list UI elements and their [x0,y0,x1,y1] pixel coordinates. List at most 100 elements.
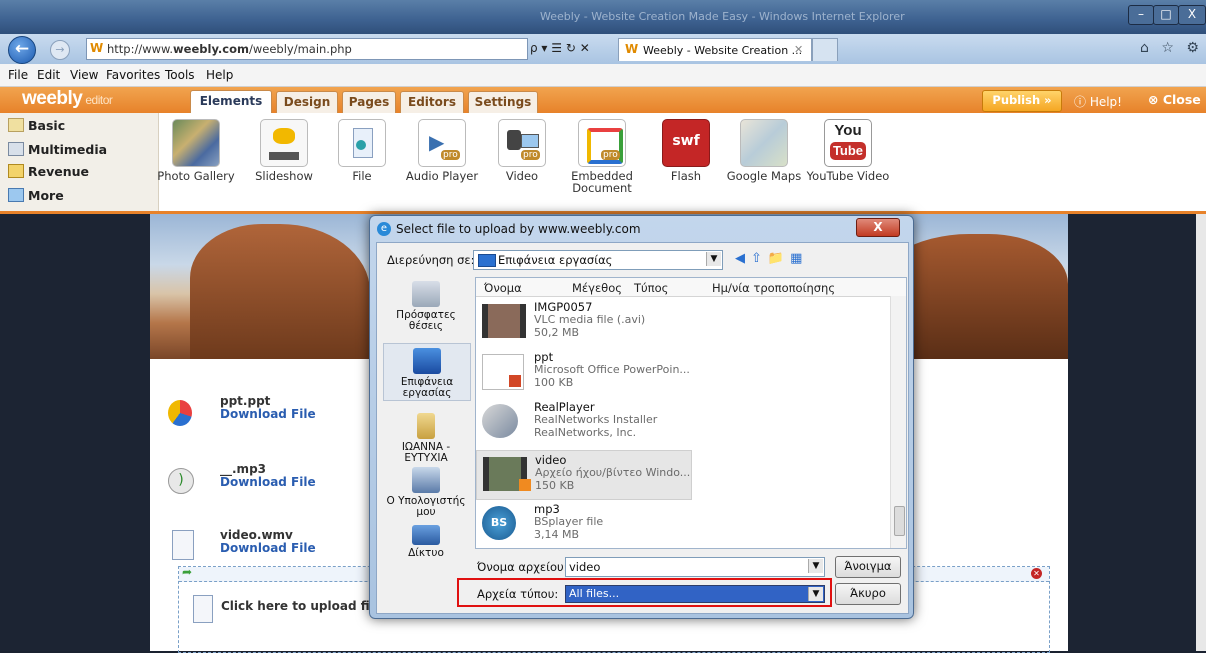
file-size: 50,2 MB [534,326,580,339]
menu-tools[interactable]: Tools [165,68,195,82]
element-file[interactable]: File [320,119,404,182]
tab-pages[interactable]: Pages [342,91,396,114]
column-type[interactable]: Τύπος [634,281,668,295]
element-flash[interactable]: swf Flash [644,119,728,182]
element-photo-gallery[interactable]: Photo Gallery [154,119,238,182]
download-link[interactable]: Download File [220,541,316,555]
download-link[interactable]: Download File [220,407,316,421]
slideshow-icon [260,119,308,167]
dropdown-arrow-icon[interactable]: ▼ [808,559,823,573]
category-label: Revenue [28,164,90,179]
realplayer-installer-icon [482,404,518,438]
menu-favorites[interactable]: Favorites [106,68,160,82]
category-basic[interactable]: Basic [0,115,158,137]
page-scrollbar[interactable] [1196,214,1206,651]
category-multimedia[interactable]: Multimedia [0,139,158,161]
forward-arrow-icon[interactable]: → [50,40,70,60]
open-button[interactable]: Άνοιγμα [835,556,901,578]
menu-edit[interactable]: Edit [37,68,60,82]
basic-icon [8,118,24,132]
menu-view[interactable]: View [70,68,98,82]
home-favorites-tools-icons[interactable]: ⌂ ☆ ⚙ [1140,40,1203,56]
place-user[interactable]: ΙΩΑΝΝΑ - ΕΥΤΥΧΙΑ [383,413,469,464]
address-bar[interactable]: W http://www.weebly.com/weebly/main.php [86,38,528,60]
youtube-you: You [834,122,862,139]
browser-tab[interactable]: W Weebly - Website Creation ... ✕ [618,38,812,61]
video-file-icon [172,530,194,560]
file-upload-dialog: e Select file to upload by www.weebly.co… [369,215,914,619]
place-recent[interactable]: Πρόσφατες θέσεις [383,281,469,332]
close-editor-button[interactable]: ⊗ Close [1148,92,1201,107]
tab-elements[interactable]: Elements [190,90,272,115]
file-row[interactable]: RealPlayer RealNetworks Installer RealNe… [476,398,690,446]
minimize-button[interactable]: – [1128,5,1154,25]
file-item: ) __.mp3 Download File [168,460,368,500]
tab-settings[interactable]: Settings [468,91,538,114]
file-row[interactable]: ppt Microsoft Office PowerPoin... 100 KB [476,348,690,396]
maximize-button[interactable]: □ [1153,5,1179,25]
place-label: ΙΩΑΝΝΑ - ΕΥΤΥΧΙΑ [401,441,451,464]
file-type: Microsoft Office PowerPoin... [534,363,690,376]
element-video[interactable]: pro Video [480,119,564,182]
place-computer[interactable]: Ο Υπολογιστής μου [383,467,469,518]
tab-design[interactable]: Design [276,91,338,114]
audio-file-icon: ) [168,468,194,494]
element-embedded-document[interactable]: pro Embedded Document [560,119,644,194]
column-name[interactable]: Όνομα [484,281,522,295]
element-audio-player[interactable]: ▶ pro Audio Player [400,119,484,182]
swf-label: swf [672,133,700,149]
weebly-logo: weebly editor [22,88,113,110]
place-network[interactable]: Δίκτυο [383,525,469,559]
filename-input[interactable]: video ▼ [565,557,825,577]
back-up-newfolder-view-icons[interactable]: ◀⇧📁▦ [735,251,808,266]
video-thumbnail-icon [482,304,526,338]
element-google-maps[interactable]: Google Maps [722,119,806,182]
column-date-modified[interactable]: Ημ/νία τροποποίησης [712,281,835,295]
ppt-file-icon [168,400,192,426]
menu-file[interactable]: File [8,68,28,82]
tab-favicon-icon: W [625,42,639,56]
file-row-selected[interactable]: video Αρχείο ήχου/βίντεο Windo... 150 KB [476,450,692,500]
place-desktop[interactable]: Επιφάνεια εργασίας [383,343,471,401]
element-slideshow[interactable]: Slideshow [242,119,326,182]
menu-help[interactable]: Help [206,68,233,82]
element-label: Photo Gallery [157,169,235,183]
file-row[interactable]: BS mp3 BSplayer file 3,14 MB [476,500,690,548]
scrollbar-thumb[interactable] [894,506,905,536]
upload-file-icon [193,595,213,623]
more-icon [8,188,24,202]
drag-arrow-icon[interactable]: ➦ [182,565,192,579]
dialog-close-button[interactable]: X [856,218,900,237]
element-youtube-video[interactable]: You Tube YouTube Video [806,119,890,182]
file-list-scrollbar[interactable] [890,296,906,548]
remove-icon[interactable]: ✕ [1031,568,1042,579]
address-controls[interactable]: ρ ▾ ☰ ↻ ✕ [530,41,590,55]
tab-editors[interactable]: Editors [400,91,464,114]
dropdown-arrow-icon[interactable]: ▼ [706,252,721,266]
category-more[interactable]: More [0,185,158,207]
help-link[interactable]: ⓘ Help! [1074,93,1122,110]
look-in-value: Επιφάνεια εργασίας [498,253,613,267]
download-link[interactable]: Download File [220,475,316,489]
desktop-place-icon [413,348,441,374]
look-in-label: Διερεύνηση σε: [387,253,475,267]
audio-player-icon: ▶ pro [418,119,466,167]
column-size[interactable]: Μέγεθος [572,281,622,295]
file-row[interactable]: IMGP0057 VLC media file (.avi) 50,2 MB [476,298,690,346]
filename-label: Όνομα αρχείου: [477,560,568,574]
user-folder-icon [417,413,435,439]
tab-close-icon[interactable]: ✕ [794,43,803,56]
video-camera-icon: pro [498,119,546,167]
filename-value: video [569,560,601,574]
back-arrow-icon[interactable]: ← [8,36,36,64]
file-item: ppt.ppt Download File [168,392,368,432]
category-revenue[interactable]: Revenue [0,161,158,183]
cancel-button[interactable]: Άκυρο [835,583,901,605]
new-tab-button[interactable] [812,38,838,61]
category-label: Basic [28,118,66,133]
publish-button[interactable]: Publish » [982,90,1062,112]
look-in-dropdown[interactable]: Επιφάνεια εργασίας ▼ [473,250,723,270]
upload-prompt[interactable]: Click here to upload file [221,599,382,613]
window-close-button[interactable]: X [1178,5,1206,25]
dialog-body: Διερεύνηση σε: Επιφάνεια εργασίας ▼ ◀⇧📁▦… [376,242,909,614]
